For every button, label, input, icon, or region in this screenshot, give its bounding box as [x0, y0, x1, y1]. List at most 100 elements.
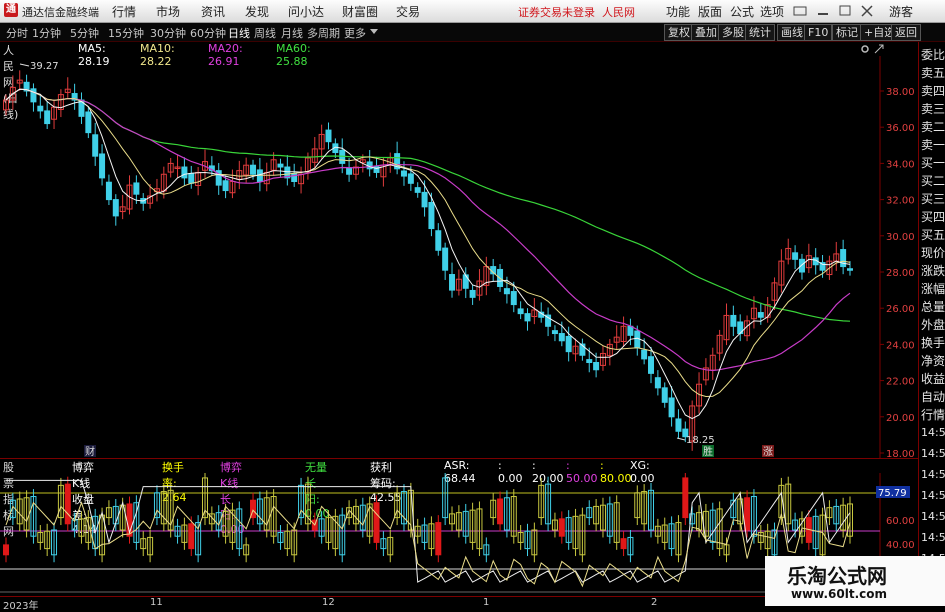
menu-options[interactable]: 选项: [760, 3, 784, 20]
price-axis-label: 18.00: [886, 449, 915, 458]
tick-time: 14:50: [921, 510, 945, 523]
quote-field-label: 总量: [921, 300, 945, 314]
period-monthly[interactable]: 月线: [281, 25, 303, 41]
quote-field-label: 买四: [921, 210, 945, 224]
candle-body: [675, 418, 682, 432]
indicator-bar: [558, 518, 565, 537]
candle-body: [757, 312, 764, 318]
period-1min[interactable]: 1分钟: [32, 25, 61, 41]
candle-body: [112, 199, 119, 217]
menu-market[interactable]: 市场: [156, 3, 180, 20]
login-notice[interactable]: 证券交易未登录 人民网: [518, 4, 635, 20]
candle-body: [469, 289, 476, 298]
candle-body: [449, 274, 456, 291]
window-controls: [793, 5, 873, 17]
menu-wealth[interactable]: 财富圈: [342, 3, 378, 20]
price-axis-label: 28.00: [886, 268, 915, 279]
chip-line: [5, 501, 851, 588]
indicator-bar: [188, 523, 195, 550]
quote-panel: 委比 卖五 卖四 卖三 卖二 卖一 买一 买二 买三 买四 买五 现价 涨跌 涨幅 总量 外盘 换手 净资 收益 自动…: [918, 42, 945, 596]
menu-trade[interactable]: 交易: [396, 3, 420, 20]
candle-body: [551, 330, 558, 335]
period-30min[interactable]: 30分钟: [150, 25, 186, 41]
mark-button[interactable]: 标记: [832, 24, 862, 41]
quote-field-label: 买三: [921, 192, 945, 206]
stats-button[interactable]: 统计: [745, 24, 775, 41]
candle-body: [277, 163, 284, 168]
tick-time: 14:50: [921, 468, 945, 481]
menu-news[interactable]: 资讯: [201, 3, 225, 20]
fuquan-button[interactable]: 复权: [664, 24, 694, 41]
candle-body: [92, 134, 99, 157]
menu-ask[interactable]: 问小达: [288, 3, 324, 20]
candle-body: [503, 288, 510, 295]
price-axis-label: 20.00: [886, 413, 915, 424]
candle-body: [517, 308, 524, 315]
price-axis-label: 34.00: [886, 159, 915, 170]
candle-body: [510, 291, 517, 306]
menu-discover[interactable]: 发现: [245, 3, 269, 20]
multi-stock-button[interactable]: 多股: [718, 24, 748, 41]
app-logo-icon: 通: [4, 3, 18, 17]
candle-body: [250, 164, 257, 175]
candle-body: [346, 167, 353, 175]
period-more[interactable]: 更多: [344, 25, 366, 41]
candle-body: [730, 314, 737, 327]
price-axis-label: 30.00: [886, 232, 915, 243]
date-label: 12: [322, 597, 335, 608]
candle-body: [661, 387, 668, 403]
candlestick-chart[interactable]: 38.00 36.00 34.00 32.00 30.00 28.00 26.00 24.00…: [0, 56, 918, 458]
ma20-line: [5, 88, 851, 372]
candle-body: [442, 247, 449, 271]
skin-icon: [793, 6, 807, 16]
candle-body: [648, 356, 655, 374]
gear-icon[interactable]: [860, 44, 870, 54]
expand-icon[interactable]: [874, 44, 884, 54]
ma10-line: [5, 88, 851, 398]
chevron-down-icon[interactable]: [370, 29, 378, 35]
watermark-title: 乐淘公式网: [787, 564, 887, 588]
indicator-bar: [435, 522, 442, 556]
candle-body: [462, 274, 469, 289]
candle-body: [133, 182, 140, 195]
price-gridlines: [880, 90, 884, 454]
candle-body: [565, 335, 572, 353]
candle-body: [654, 377, 661, 389]
candle-body: [593, 362, 600, 371]
watermark: 乐淘公式网 www.60lt.com: [765, 556, 945, 606]
date-label: 2023年: [3, 601, 39, 612]
candle-body: [291, 173, 298, 183]
period-weekly[interactable]: 周线: [254, 25, 276, 41]
candle-body: [634, 330, 641, 349]
candle-body: [222, 180, 229, 192]
menu-layout[interactable]: 版面: [698, 3, 722, 20]
zhang-badge-label: 涨: [763, 446, 773, 458]
period-15min[interactable]: 15分钟: [108, 25, 144, 41]
back-button[interactable]: 返回: [891, 24, 921, 41]
menu-function[interactable]: 功能: [666, 3, 690, 20]
menu-formula[interactable]: 公式: [730, 3, 754, 20]
quote-field-label: 自动: [921, 390, 945, 404]
guest-label[interactable]: 游客: [889, 3, 913, 20]
period-5min[interactable]: 5分钟: [70, 25, 99, 41]
period-multi[interactable]: 多周期: [307, 25, 340, 41]
stock-name-title: 人民网: [602, 6, 635, 19]
overlay-button[interactable]: 叠加: [691, 24, 721, 41]
menu-hangqing[interactable]: 行情: [112, 3, 136, 20]
draw-line-button[interactable]: 画线: [777, 24, 807, 41]
quote-field-label: 行情: [921, 408, 945, 422]
indicator-axis-60: 60.00: [886, 516, 915, 527]
period-daily[interactable]: 日线: [228, 25, 250, 41]
period-60min[interactable]: 60分钟: [190, 25, 226, 41]
candle-body: [435, 230, 442, 251]
candle-body: [428, 201, 435, 230]
indicator-bars: [3, 473, 853, 563]
indicator-bar: [744, 497, 751, 531]
candle-body: [99, 153, 106, 179]
f10-button[interactable]: F10: [804, 24, 833, 41]
quote-field-label: 买五: [921, 228, 945, 242]
candle-body: [668, 397, 675, 418]
period-fenshi[interactable]: 分时: [6, 25, 28, 41]
tick-time: 14:50: [921, 426, 945, 439]
quote-field-label: 买一: [921, 156, 945, 170]
